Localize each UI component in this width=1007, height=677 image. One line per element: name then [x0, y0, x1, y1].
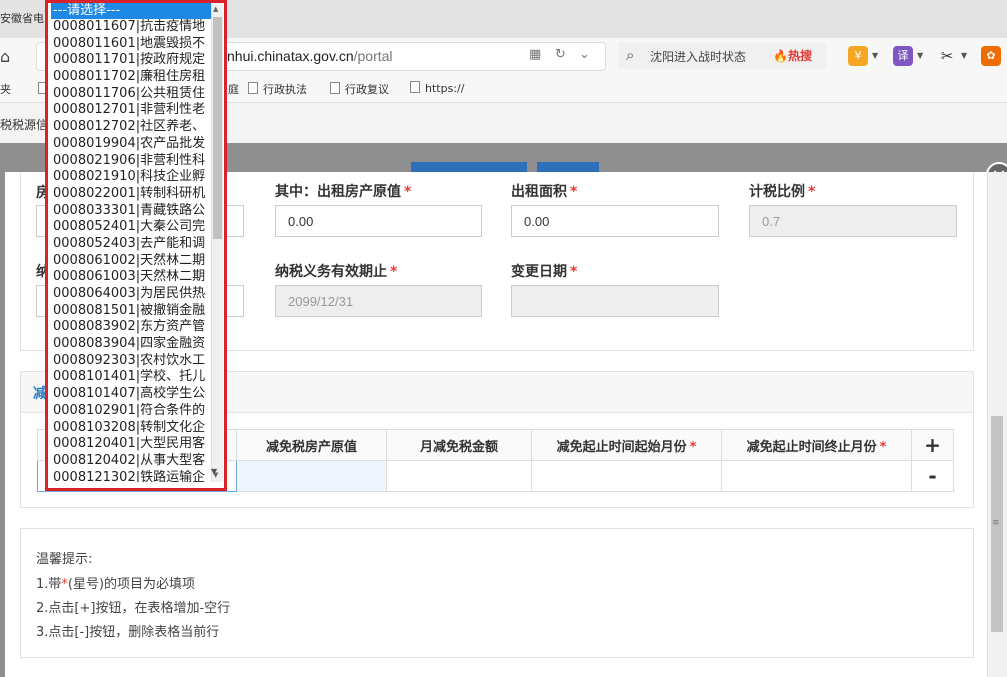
end-month-cell[interactable] [721, 460, 912, 492]
monthly-relief-cell[interactable] [386, 460, 532, 492]
chevron-down-icon[interactable]: ▼ [961, 51, 967, 60]
table-header: 减免起止时间起始月份 * [531, 429, 722, 461]
bookmark-item[interactable]: 行政执法 [248, 81, 307, 97]
dropdown-option[interactable]: 0008021910|科技企业孵 [51, 169, 223, 186]
valid-until-input: 2099/12/31 [275, 285, 482, 317]
tips-title: 温馨提示: [36, 552, 93, 567]
bookmark-item[interactable]: https:// [410, 81, 464, 95]
bookmark-item[interactable]: 夹 [0, 81, 11, 97]
dropdown-placeholder-option[interactable]: ---请选择--- [51, 3, 223, 19]
browser-search-box[interactable]: ⌕ 沈阳进入战时状态 🔥热搜 [618, 42, 826, 69]
dropdown-option[interactable]: 0008064003|为居民供热 [51, 286, 223, 303]
tip-line: 3.点击[-]按钮，删除表格当前行 [36, 625, 220, 640]
relief-type-dropdown[interactable]: ---请选择--- 0008011607|抗击疫情地 0008011601|地震毁… [45, 0, 227, 491]
dropdown-option[interactable]: 0008061002|天然林二期 [51, 253, 223, 270]
shield-extension-icon[interactable]: ¥ [848, 46, 868, 66]
bookmark-item[interactable]: 庭 [228, 81, 239, 97]
table-header: 减免起止时间终止月份 * [721, 429, 912, 461]
chevron-down-icon[interactable]: ⌄ [579, 47, 590, 62]
page-icon [410, 81, 420, 93]
browser-tab-title[interactable]: 安徽省电 [0, 10, 44, 26]
dropdown-option[interactable]: 0008101401|学校、托儿 [51, 369, 223, 386]
scroll-up-icon[interactable]: ▲ [213, 5, 218, 13]
game-extension-icon[interactable]: ✿ [981, 46, 1001, 66]
refresh-icon[interactable]: ↻ [555, 47, 566, 62]
dropdown-option[interactable]: 0008011607|抗击疫情地 [51, 19, 223, 36]
dropdown-scroll-thumb[interactable] [213, 17, 222, 239]
dropdown-option[interactable]: 0008120402|从事大型客 [51, 453, 223, 470]
tip-line: 1.带*(星号)的项目为必填项 [36, 577, 196, 592]
rent-value-label: 其中：出租房产原值 * [275, 184, 412, 200]
dropdown-option[interactable]: 0008083902|东方资产管 [51, 319, 223, 336]
dropdown-option[interactable]: 0008012702|社区养老、 [51, 119, 223, 136]
url-text: nhui.chinatax.gov.cn/portal [227, 48, 393, 64]
dropdown-option[interactable]: 0008011702|廉租住房租 [51, 69, 223, 86]
qr-code-icon[interactable]: ▦ [529, 47, 541, 62]
change-date-label: 变更日期 * [511, 264, 578, 280]
scissors-icon[interactable]: ✂ [937, 46, 957, 66]
dropdown-option[interactable]: 0008022001|转制科研机 [51, 186, 223, 203]
dropdown-option[interactable]: 0008101407|高校学生公 [51, 386, 223, 403]
tax-ratio-input: 0.7 [749, 205, 957, 237]
grip-icon: ≡ [992, 518, 1000, 528]
relief-value-cell[interactable] [236, 460, 387, 492]
rent-area-input[interactable]: 0.00 [511, 205, 719, 237]
page-icon [330, 82, 340, 94]
home-icon[interactable]: ⌂ [0, 47, 10, 66]
change-date-input [511, 285, 719, 317]
dropdown-option[interactable]: 0008120401|大型民用客 [51, 436, 223, 453]
dropdown-scrollbar[interactable]: ▲ ▼ [211, 3, 223, 482]
dropdown-option[interactable]: 0008121302|铁路运输企 [51, 470, 223, 482]
search-icon: ⌕ [626, 46, 635, 64]
table-header: 月减免税金额 [386, 429, 532, 461]
hot-search-badge: 🔥热搜 [773, 49, 812, 63]
bookmark-item[interactable]: 行政复议 [330, 81, 389, 97]
dropdown-option[interactable]: 0008092303|农村饮水工 [51, 353, 223, 370]
dropdown-option[interactable]: 0008061003|天然林二期 [51, 269, 223, 286]
dropdown-option[interactable]: 0008083904|四家金融资 [51, 336, 223, 353]
dropdown-option[interactable]: 0008011701|按政府规定 [51, 52, 223, 69]
dropdown-option[interactable]: 0008103208|转制文化企 [51, 420, 223, 437]
table-header: 减免税房产原值 [236, 429, 387, 461]
dropdown-options: 0008011607|抗击疫情地 0008011601|地震毁损不 00080117… [51, 19, 223, 482]
add-row-button[interactable]: + [911, 429, 954, 461]
page-icon [248, 82, 258, 94]
dropdown-option[interactable]: 0008019904|农产品批发 [51, 136, 223, 153]
dropdown-list: ---请选择--- 0008011607|抗击疫情地 0008011601|地震毁… [51, 3, 223, 482]
page-nav-text: 税税源信 [0, 118, 49, 132]
dropdown-option[interactable]: 0008081501|被撤销金融 [51, 303, 223, 320]
tax-ratio-label: 计税比例 * [749, 184, 816, 200]
dialog-scrollbar[interactable]: ≡ [987, 172, 1007, 677]
dropdown-option[interactable]: 0008011601|地震毁损不 [51, 36, 223, 53]
start-month-cell[interactable] [531, 460, 722, 492]
search-suggestion: 沈阳进入战时状态 [650, 50, 747, 64]
translate-extension-icon[interactable]: 译 [893, 46, 913, 66]
chevron-down-icon[interactable]: ▼ [211, 467, 217, 476]
valid-until-label: 纳税义务有效期止 * [275, 264, 398, 280]
remove-row-button[interactable]: - [911, 460, 954, 492]
tips-panel: 温馨提示: 1.带*(星号)的项目为必填项 2.点击[+]按钮，在表格增加-空行… [20, 528, 974, 658]
chevron-down-icon[interactable]: ▼ [872, 51, 878, 60]
dropdown-option[interactable]: 0008102901|符合条件的 [51, 403, 223, 420]
dropdown-option[interactable]: 0008011706|公共租赁住 [51, 86, 223, 103]
tip-line: 2.点击[+]按钮，在表格增加-空行 [36, 601, 231, 616]
rent-area-label: 出租面积 * [511, 184, 578, 200]
dropdown-option[interactable]: 0008033301|青藏铁路公 [51, 203, 223, 220]
rent-value-input[interactable]: 0.00 [275, 205, 482, 237]
dropdown-option[interactable]: 0008021906|非营利性科 [51, 153, 223, 170]
chevron-down-icon[interactable]: ▼ [917, 51, 923, 60]
dropdown-option[interactable]: 0008052403|去产能和调 [51, 236, 223, 253]
dropdown-option[interactable]: 0008012701|非营利性老 [51, 102, 223, 119]
dropdown-option[interactable]: 0008052401|大秦公司完 [51, 219, 223, 236]
